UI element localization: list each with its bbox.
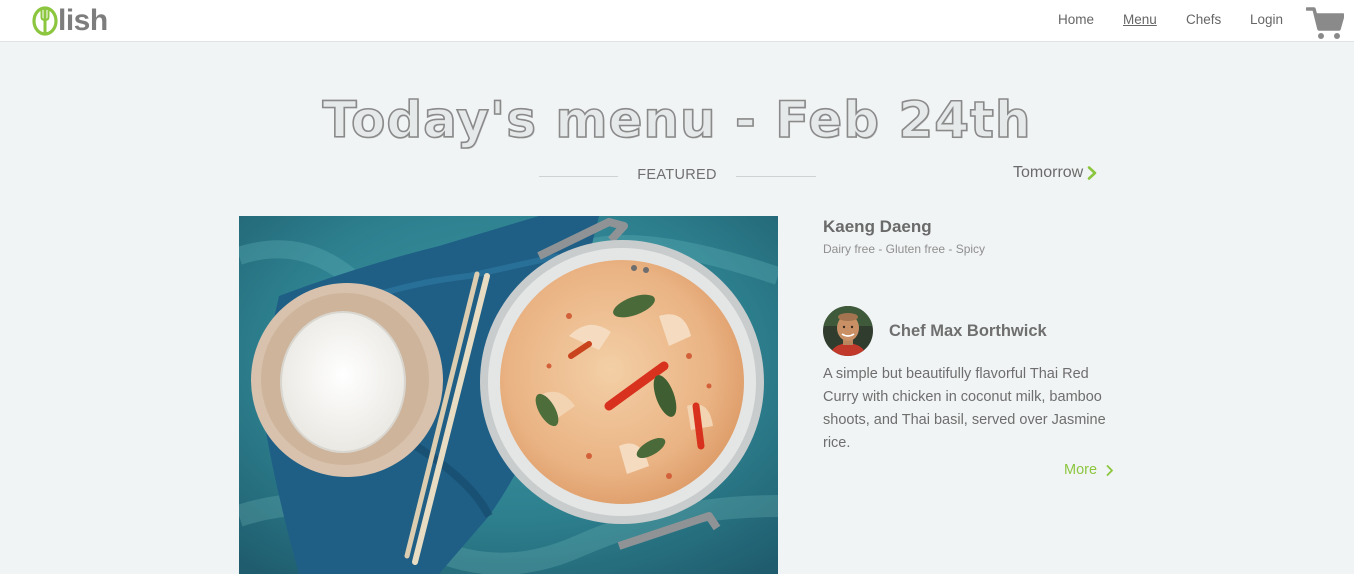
page-title: Today's menu - Feb 24th xyxy=(322,90,1032,150)
cart-icon[interactable] xyxy=(1306,5,1344,41)
featured-divider-right xyxy=(736,176,816,177)
dish-description: A simple but beautifully flavorful Thai … xyxy=(823,366,1106,451)
featured-divider-left xyxy=(539,176,618,177)
fork-logo-icon xyxy=(32,6,58,36)
tomorrow-link[interactable]: Tomorrow xyxy=(1013,164,1097,182)
brand-logo-text: lish xyxy=(58,4,108,37)
dish-photo xyxy=(239,216,778,574)
brand-logo[interactable]: lish xyxy=(31,4,108,38)
dish-dietary-tags: Dairy free - Gluten free - Spicy xyxy=(823,242,986,256)
nav-link-menu[interactable]: Menu xyxy=(1123,12,1157,27)
featured-label: FEATURED xyxy=(637,167,717,183)
nav-link-login[interactable]: Login xyxy=(1250,12,1283,27)
nav-link-home[interactable]: Home xyxy=(1058,12,1094,27)
chef-avatar[interactable] xyxy=(823,306,873,356)
dish-name: Kaeng Daeng xyxy=(823,217,932,236)
nav-link-chefs[interactable]: Chefs xyxy=(1186,12,1221,27)
chevron-right-icon xyxy=(1106,464,1113,476)
tomorrow-label: Tomorrow xyxy=(1013,164,1084,181)
chevron-right-icon xyxy=(1087,166,1097,180)
more-label: More xyxy=(1064,462,1098,478)
chef-name[interactable]: Chef Max Borthwick xyxy=(889,322,1047,341)
top-navigation-bar: lish Home Menu Chefs Login xyxy=(0,0,1354,42)
more-link[interactable]: More xyxy=(1064,462,1114,478)
